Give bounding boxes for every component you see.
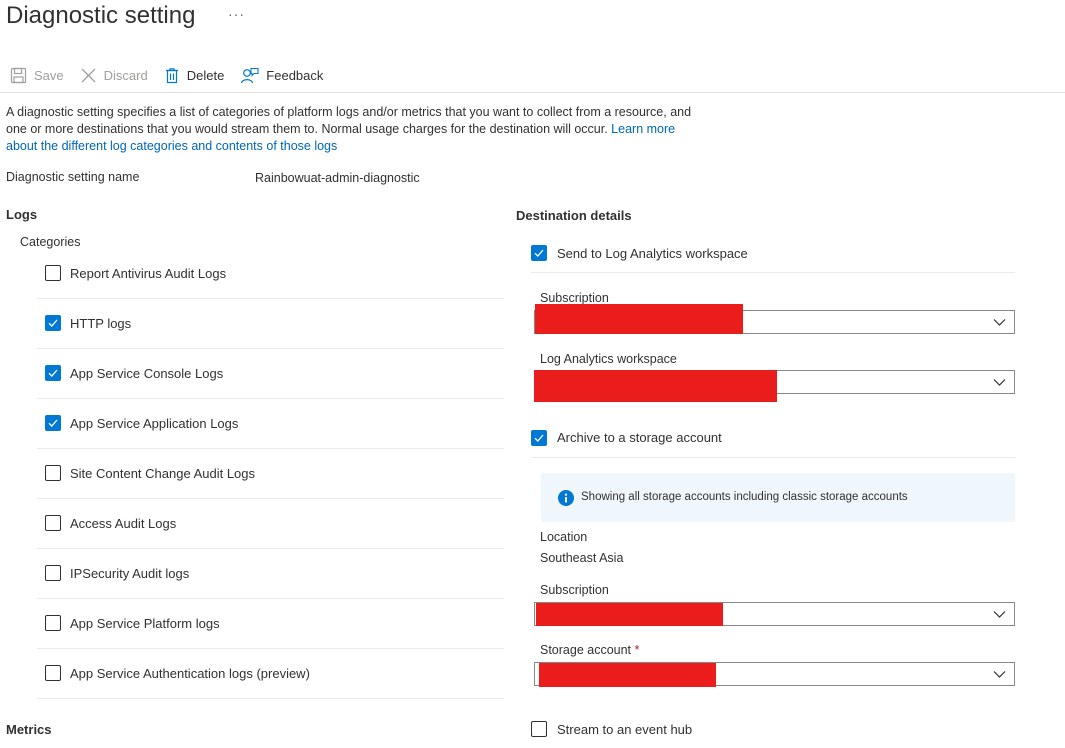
category-checkbox[interactable] — [45, 565, 61, 581]
delete-label: Delete — [186, 67, 225, 83]
category-divider — [37, 548, 504, 549]
save-button[interactable]: Save — [10, 67, 64, 84]
category-label: Site Content Change Audit Logs — [70, 466, 256, 481]
category-divider — [37, 398, 504, 399]
setting-name-label: Diagnostic setting name — [6, 170, 140, 184]
category-divider — [37, 498, 504, 499]
category-checkbox[interactable] — [45, 615, 61, 631]
log-analytics-checkbox[interactable] — [531, 245, 547, 261]
page-title: Diagnostic setting — [6, 2, 196, 29]
category-divider — [37, 298, 504, 299]
event-hub-label: Stream to an event hub — [557, 722, 693, 737]
description: A diagnostic setting specifies a list of… — [6, 104, 706, 155]
description-text: A diagnostic setting specifies a list of… — [6, 105, 692, 136]
redacted-value — [534, 370, 777, 402]
required-mark: * — [634, 643, 640, 657]
category-label: IPSecurity Audit logs — [70, 566, 190, 581]
checkmark-icon — [48, 369, 58, 377]
category-label: App Service Console Logs — [70, 366, 224, 381]
category-label: Access Audit Logs — [70, 516, 177, 531]
checkmark-icon — [48, 419, 58, 427]
storage-account-label: Archive to a storage account — [557, 430, 722, 445]
category-checkbox[interactable] — [45, 465, 61, 481]
logs-heading: Logs — [6, 207, 38, 222]
category-checkbox[interactable] — [45, 315, 61, 331]
category-checkbox[interactable] — [45, 665, 61, 681]
event-hub-checkbox[interactable] — [531, 721, 547, 737]
info-icon — [558, 490, 574, 506]
category-checkbox[interactable] — [45, 265, 61, 281]
la-workspace-label: Log Analytics workspace — [540, 352, 677, 366]
metrics-heading: Metrics — [6, 722, 52, 737]
category-divider — [37, 598, 504, 599]
storage-account-field-text: Storage account — [540, 643, 632, 657]
redacted-value — [535, 304, 743, 334]
category-checkbox[interactable] — [45, 365, 61, 381]
storage-account-checkbox[interactable] — [531, 430, 547, 446]
category-label: HTTP logs — [70, 316, 132, 331]
close-icon — [81, 68, 96, 82]
la-subscription-label: Subscription — [540, 291, 609, 305]
category-label: Report Antivirus Audit Logs — [70, 266, 227, 281]
chevron-down-icon — [993, 671, 1006, 678]
destination-heading: Destination details — [516, 208, 632, 223]
discard-button[interactable]: Discard — [80, 67, 148, 84]
location-label: Location — [540, 530, 588, 544]
save-label: Save — [34, 67, 64, 83]
category-label: App Service Application Logs — [70, 416, 239, 431]
feedback-button[interactable]: Feedback — [240, 67, 323, 84]
toolbar-divider — [0, 92, 1065, 93]
category-checkbox[interactable] — [45, 415, 61, 431]
trash-icon — [165, 67, 178, 83]
divider — [531, 457, 1015, 458]
info-banner: Showing all storage accounts including c… — [541, 473, 1015, 522]
discard-label: Discard — [103, 67, 148, 83]
storage-subscription-label: Subscription — [540, 583, 609, 597]
divider — [531, 272, 1015, 273]
checkmark-icon — [48, 319, 58, 327]
category-label: App Service Authentication logs (preview… — [70, 666, 310, 681]
chevron-down-icon — [993, 319, 1006, 326]
feedback-label: Feedback — [266, 67, 324, 83]
category-divider — [37, 348, 504, 349]
delete-button[interactable]: Delete — [164, 67, 225, 84]
more-options-button[interactable]: ··· — [228, 6, 245, 22]
checkmark-icon — [534, 434, 544, 442]
category-checkbox[interactable] — [45, 515, 61, 531]
checkmark-icon — [534, 249, 544, 257]
categories-label: Categories — [20, 235, 81, 249]
feedback-icon — [241, 67, 259, 83]
category-divider — [37, 448, 504, 449]
location-value: Southeast Asia — [540, 551, 624, 565]
info-text: Showing all storage accounts including c… — [581, 491, 908, 503]
redacted-value — [536, 603, 723, 626]
save-icon — [10, 67, 27, 83]
category-label: App Service Platform logs — [70, 616, 220, 631]
category-divider — [37, 698, 504, 699]
setting-name-value: Rainbowuat-admin-diagnostic — [255, 171, 420, 185]
log-analytics-label: Send to Log Analytics workspace — [557, 246, 748, 261]
chevron-down-icon — [993, 611, 1006, 618]
redacted-value — [539, 663, 716, 687]
command-bar: Save Discard Delete Feedback — [10, 63, 339, 87]
storage-account-field-label: Storage account * — [540, 643, 639, 657]
chevron-down-icon — [993, 379, 1006, 386]
category-divider — [37, 648, 504, 649]
